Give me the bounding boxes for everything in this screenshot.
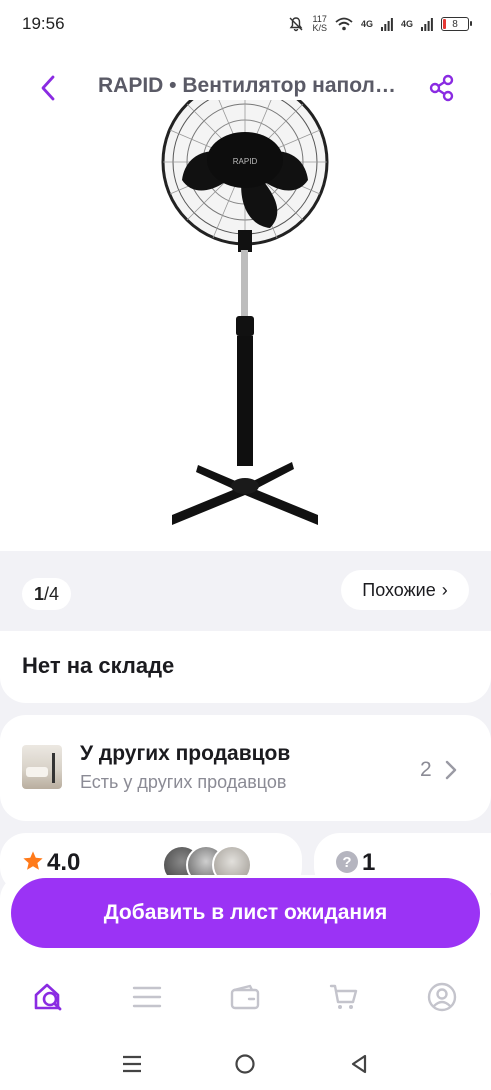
home-search-icon [34,983,62,1011]
menu-icon [122,1055,141,1072]
status-bar: 19:56 117 K/S 4G 4G 8 [0,0,491,48]
system-nav-bar [0,1037,491,1090]
stock-status-card: Нет на складе [0,631,491,703]
add-to-waitlist-button[interactable]: Добавить в лист ожидания [11,878,480,948]
svg-text:RAPID: RAPID [233,157,258,166]
profile-icon [427,982,457,1012]
network-type-2: 4G [400,19,413,29]
back-triangle-icon [352,1054,367,1073]
stock-status: Нет на складе [22,653,175,678]
chevron-right-icon [445,760,457,780]
chevron-left-icon [41,75,55,101]
questions-count: 1 [362,849,376,876]
image-counter-current: 1 [34,583,45,604]
seller-thumbnail [22,745,62,789]
signal-icon [380,18,393,31]
product-image-fan[interactable]: RAPID [150,100,340,540]
image-counter-total: 4 [49,583,60,604]
product-header: RAPID • Вентилятор напольный RAPID FS-16… [0,60,491,116]
net-speed-unit: K/S [312,23,327,33]
wifi-icon [335,17,353,31]
other-sellers-count: 2 [420,758,432,781]
tab-home[interactable] [29,977,69,1017]
catalog-menu-icon [133,986,162,1008]
share-icon [429,74,454,102]
signal-icon-2 [421,18,433,31]
share-button[interactable] [428,74,456,102]
cart-icon [329,984,357,1009]
home-button[interactable] [230,1049,260,1079]
product-title: RAPID • Вентилятор напольный RAPID FS-16… [98,74,398,97]
battery-level: 8 [452,18,458,30]
battery-icon: 8 [441,17,472,31]
question-icon: ? [336,851,358,873]
home-circle-icon [235,1053,256,1074]
star-icon [23,851,43,870]
similar-button[interactable]: Похожие › [341,570,469,610]
similar-label: Похожие [362,579,436,600]
image-counter: 1 / 4 [22,578,72,610]
other-sellers-title: У других продавцов [80,742,291,765]
status-time: 19:56 [22,14,65,33]
chevron-right-icon: › [441,579,448,600]
tab-cart[interactable] [324,977,364,1017]
recent-apps-button[interactable] [117,1049,147,1079]
tab-catalog[interactable] [127,977,167,1017]
wallet-icon [231,984,260,1010]
net-speed: 117 K/S [312,15,327,33]
status-icons: 117 K/S 4G 4G 8 [288,15,472,33]
bottom-tab-bar [0,965,491,1029]
other-sellers-card[interactable]: У других продавцов Есть у других продавц… [0,715,491,821]
tab-profile[interactable] [422,977,462,1017]
back-nav-button[interactable] [344,1049,374,1079]
tab-wallet[interactable] [225,977,265,1017]
back-button[interactable] [34,74,62,102]
other-sellers-subtitle: Есть у других продавцов [80,772,287,792]
mute-bell-icon [289,17,303,32]
rating-value: 4.0 [47,849,81,876]
network-type-1: 4G [360,19,373,29]
